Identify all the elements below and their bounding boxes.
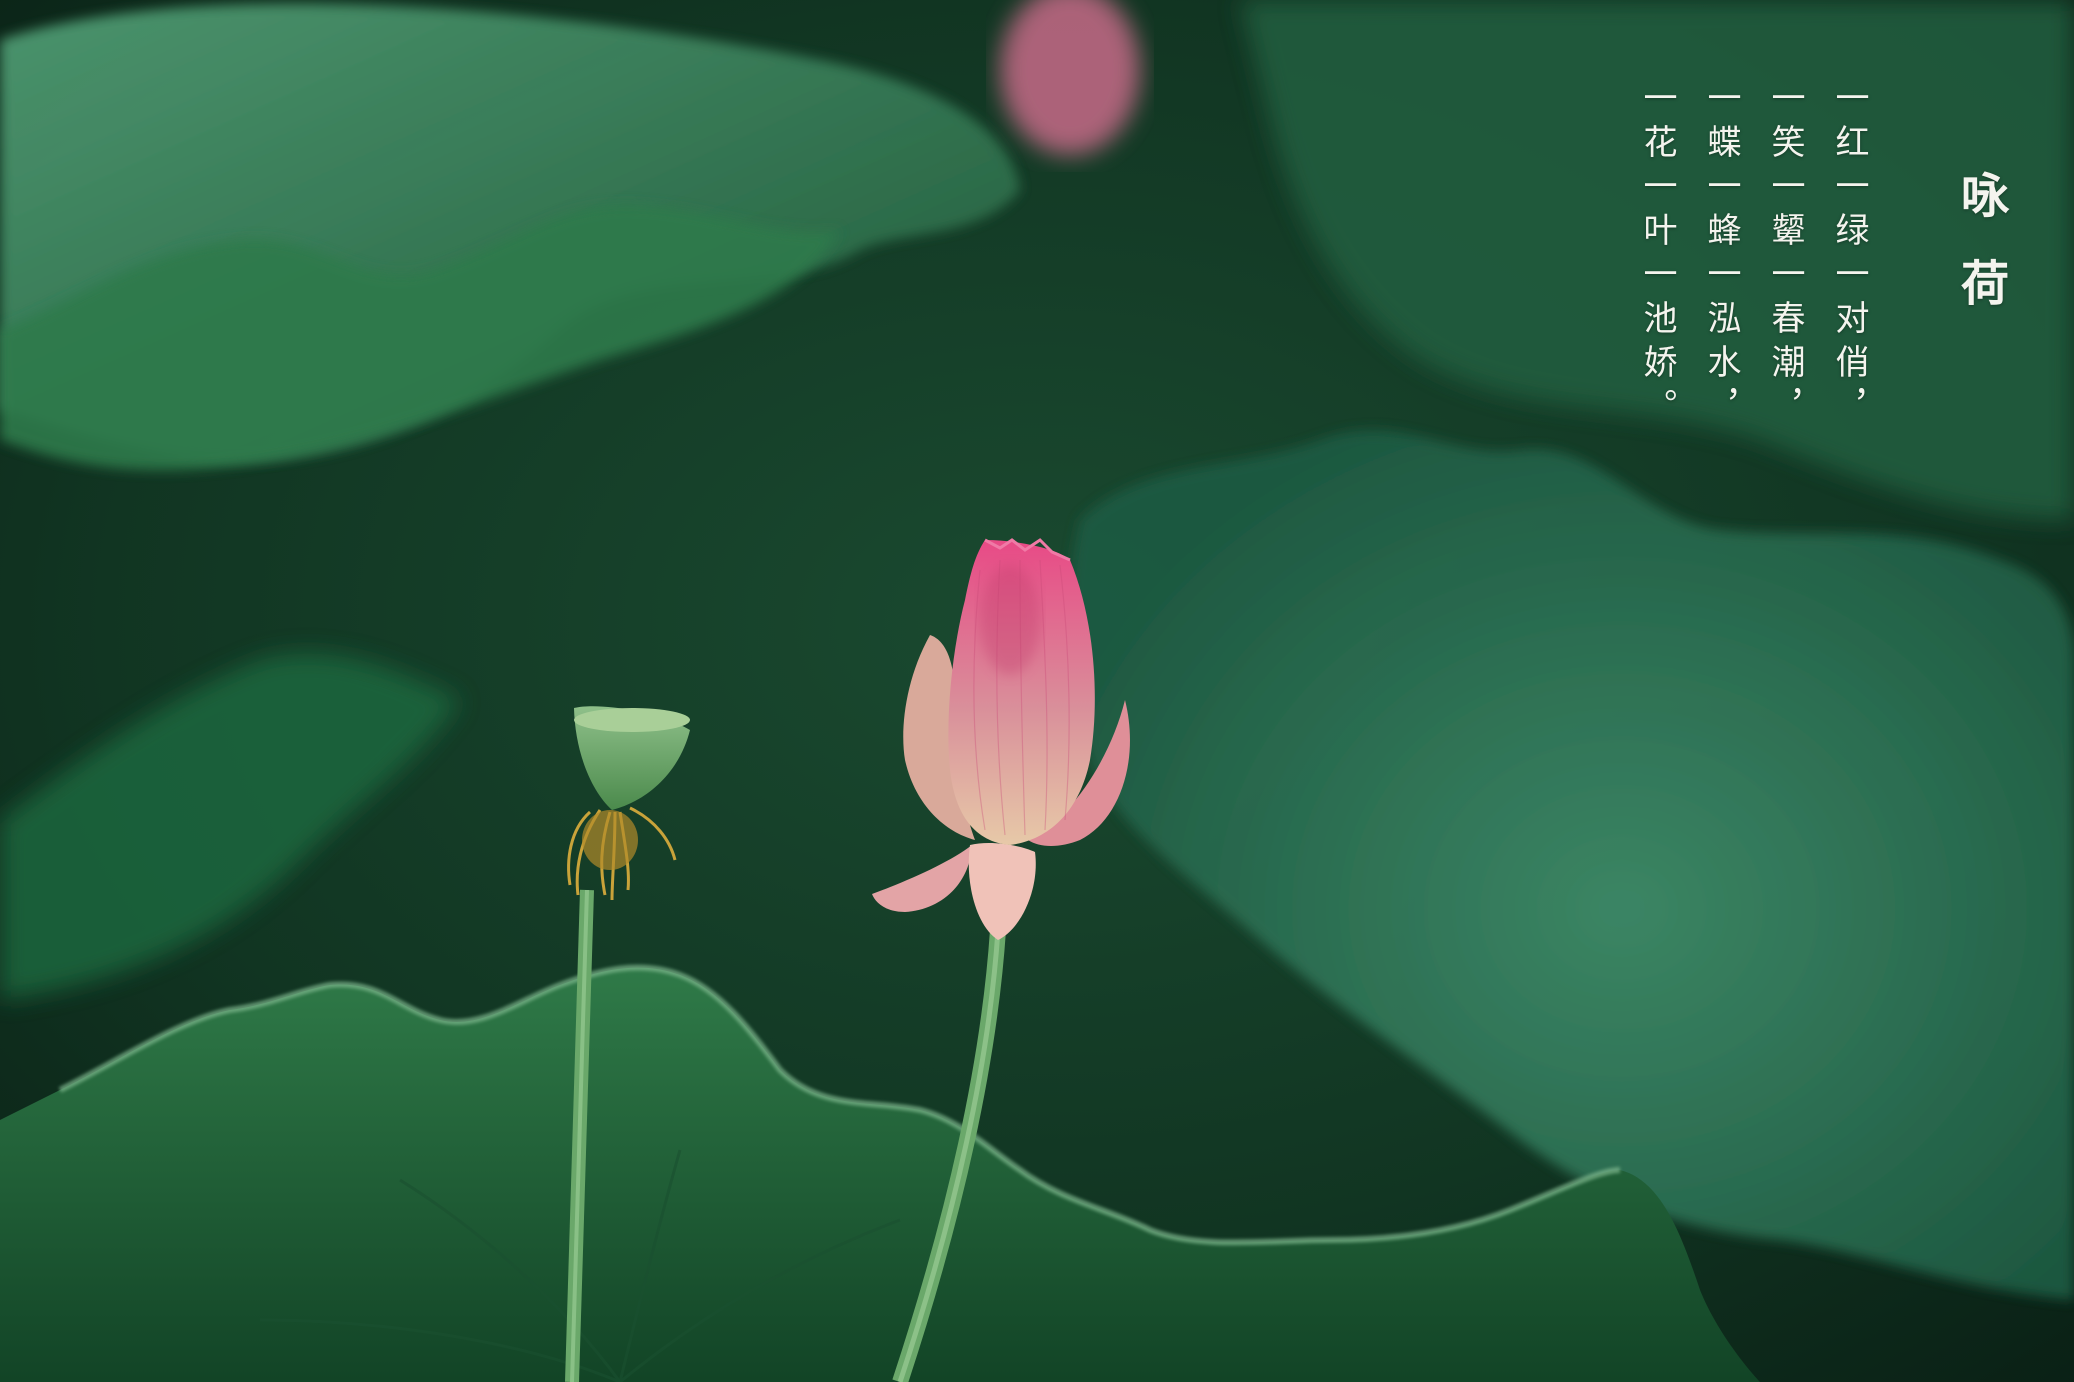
poem-line-1: 一红一绿一对俏， — [1829, 80, 1869, 432]
poem-line-3: 一蝶一蜂一泓水， — [1701, 80, 1741, 432]
poem-line-4: 一花一叶一池娇。 — [1637, 80, 1677, 432]
poem-line-2: 一笑一颦一春潮， — [1765, 80, 1805, 432]
photo-stage: 咏荷 一红一绿一对俏， 一笑一颦一春潮， 一蝶一蜂一泓水， 一花一叶一池娇。 — [0, 0, 2074, 1382]
poem: 咏荷 一红一绿一对俏， 一笑一颦一春潮， 一蝶一蜂一泓水， 一花一叶一池娇。 — [1637, 80, 2008, 432]
poem-title: 咏荷 — [1952, 170, 2008, 346]
